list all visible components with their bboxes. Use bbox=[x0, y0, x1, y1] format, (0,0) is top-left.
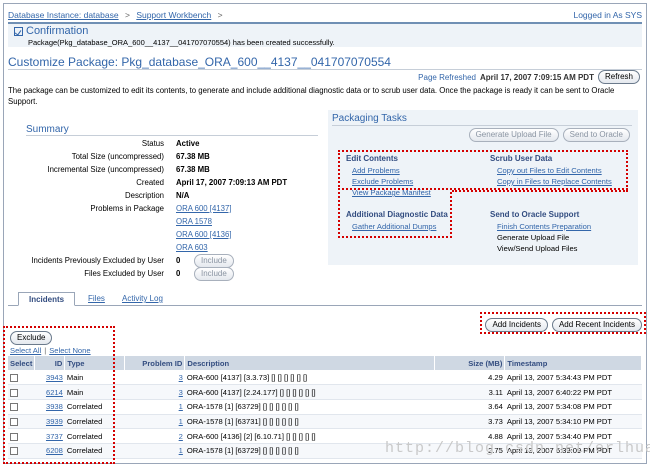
summary-title: Summary bbox=[26, 124, 69, 135]
problems-label: Problems in Package bbox=[90, 204, 164, 213]
tab-files[interactable]: Files bbox=[78, 292, 115, 306]
description-cell: ORA-1578 [1] [63729] [] [] [] [] [] [] bbox=[184, 399, 435, 415]
send-to-oracle-support-title: Send to Oracle Support bbox=[490, 210, 580, 219]
problem-link[interactable]: ORA 1578 bbox=[176, 217, 212, 226]
description-label: Description bbox=[125, 191, 164, 200]
total-size-value: 67.38 MB bbox=[176, 152, 210, 161]
intro-text: The package can be customized to edit it… bbox=[8, 86, 615, 106]
incidents-excluded-value: 0 bbox=[176, 256, 181, 265]
refresh-timestamp: April 17, 2007 7:09:15 AM PDT bbox=[480, 72, 594, 82]
highlight-add-buttons bbox=[480, 312, 646, 334]
problem-id-column-header[interactable]: Problem ID bbox=[124, 356, 186, 370]
breadcrumb-separator: > bbox=[217, 10, 223, 20]
highlight-edit-scrub bbox=[338, 150, 628, 190]
generate-upload-file-button[interactable]: Generate Upload File bbox=[468, 128, 559, 142]
breadcrumb-database[interactable]: Database Instance: database bbox=[8, 10, 119, 20]
tab-incidents[interactable]: Incidents bbox=[18, 292, 76, 306]
checkmark-icon bbox=[14, 26, 23, 36]
status-value: Active bbox=[176, 139, 200, 148]
problem-id-cell: 1 bbox=[124, 443, 185, 459]
incremental-size-label: Incremental Size (uncompressed) bbox=[47, 165, 164, 174]
breadcrumb-separator: > bbox=[124, 10, 130, 20]
tab-activity-log[interactable]: Activity Log bbox=[112, 292, 173, 306]
confirmation-title: Confirmation bbox=[14, 25, 88, 37]
size-cell: 4.29 bbox=[434, 370, 505, 386]
page-refreshed: Page Refreshed April 17, 2007 7:09:15 AM… bbox=[418, 70, 640, 84]
refresh-label: Page Refreshed bbox=[418, 72, 476, 82]
highlight-edit-scrub-step bbox=[452, 186, 628, 192]
incremental-size-value: 67.38 MB bbox=[176, 165, 210, 174]
total-size-label: Total Size (uncompressed) bbox=[71, 152, 164, 161]
files-excluded-value: 0 bbox=[176, 269, 181, 278]
highlight-select-column bbox=[3, 326, 115, 464]
timestamp-cell: April 13, 2007 5:34:10 PM PDT bbox=[504, 414, 642, 430]
timestamp-column-header[interactable]: Timestamp bbox=[504, 356, 642, 370]
description-value: N/A bbox=[176, 191, 190, 200]
size-cell: 3.64 bbox=[434, 399, 505, 415]
packaging-tasks-title: Packaging Tasks bbox=[332, 113, 407, 124]
generate-upload-file-text: Generate Upload File bbox=[497, 233, 570, 242]
problem-id-link[interactable]: 1 bbox=[179, 417, 183, 426]
problem-id-cell: 3 bbox=[124, 384, 185, 400]
breadcrumb-support-workbench[interactable]: Support Workbench bbox=[136, 10, 211, 20]
size-cell: 3.11 bbox=[434, 384, 505, 400]
size-column-header[interactable]: Size (MB) bbox=[434, 356, 506, 370]
divider bbox=[332, 125, 632, 126]
description-cell: ORA-600 [4137] [3.3.73] [] [] [] [] [] [… bbox=[184, 370, 435, 386]
highlight-diagnostic bbox=[338, 188, 452, 238]
created-value: April 17, 2007 7:09:13 AM PDT bbox=[176, 178, 288, 187]
problem-id-link[interactable]: 2 bbox=[179, 432, 183, 441]
view-send-upload-files-text: View/Send Upload Files bbox=[497, 244, 578, 253]
problem-id-link[interactable]: 3 bbox=[179, 373, 183, 382]
problem-id-link[interactable]: 1 bbox=[179, 402, 183, 411]
send-to-oracle-button[interactable]: Send to Oracle bbox=[562, 128, 630, 142]
problem-id-cell: 1 bbox=[124, 414, 185, 430]
problem-id-cell: 1 bbox=[124, 399, 185, 415]
problem-id-link[interactable]: 1 bbox=[179, 446, 183, 455]
confirmation-message: Package(Pkg_database_ORA_600__4137__0417… bbox=[28, 38, 335, 47]
finish-contents-preparation-link[interactable]: Finish Contents Preparation bbox=[497, 222, 591, 231]
watermark: http://blog.csdn.net/erlhua bbox=[385, 440, 650, 457]
description-cell: ORA-1578 [1] [63731] [] [] [] [] [] [] bbox=[184, 414, 435, 430]
page-title: Customize Package: Pkg_database_ORA_600_… bbox=[8, 55, 391, 69]
created-label: Created bbox=[136, 178, 164, 187]
description-cell: ORA-600 [4137] [2.24.177] [] [] [] [] []… bbox=[184, 384, 435, 400]
tab-bar: Incidents Files Activity Log bbox=[8, 292, 642, 306]
problem-link[interactable]: ORA 600 [4136] bbox=[176, 230, 231, 239]
problem-id-cell: 3 bbox=[124, 370, 185, 386]
include-incidents-button[interactable]: Include bbox=[194, 254, 234, 268]
refresh-button[interactable]: Refresh bbox=[597, 70, 640, 84]
confirmation-box: Confirmation Package(Pkg_database_ORA_60… bbox=[8, 22, 642, 47]
status-label: Status bbox=[141, 139, 164, 148]
description-column-header[interactable]: Description bbox=[184, 356, 436, 370]
breadcrumb: Database Instance: database > Support Wo… bbox=[8, 10, 227, 20]
timestamp-cell: April 13, 2007 5:34:43 PM PDT bbox=[504, 370, 642, 386]
timestamp-cell: April 13, 2007 6:40:22 PM PDT bbox=[504, 384, 642, 400]
divider bbox=[26, 135, 318, 136]
files-excluded-label: Files Excluded by User bbox=[84, 269, 164, 278]
packaging-buttons: Generate Upload File Send to Oracle bbox=[468, 128, 630, 142]
problem-link[interactable]: ORA 600 [4137] bbox=[176, 204, 231, 213]
include-files-button[interactable]: Include bbox=[194, 267, 234, 281]
incidents-excluded-label: Incidents Previously Excluded by User bbox=[31, 256, 164, 265]
problem-link[interactable]: ORA 603 bbox=[176, 243, 208, 252]
problem-id-cell: 2 bbox=[124, 428, 185, 444]
size-cell: 3.73 bbox=[434, 414, 505, 430]
login-status: Logged in As SYS bbox=[573, 10, 642, 20]
confirmation-title-text: Confirmation bbox=[26, 25, 89, 37]
timestamp-cell: April 13, 2007 5:34:08 PM PDT bbox=[504, 399, 642, 415]
problem-id-link[interactable]: 3 bbox=[179, 388, 183, 397]
